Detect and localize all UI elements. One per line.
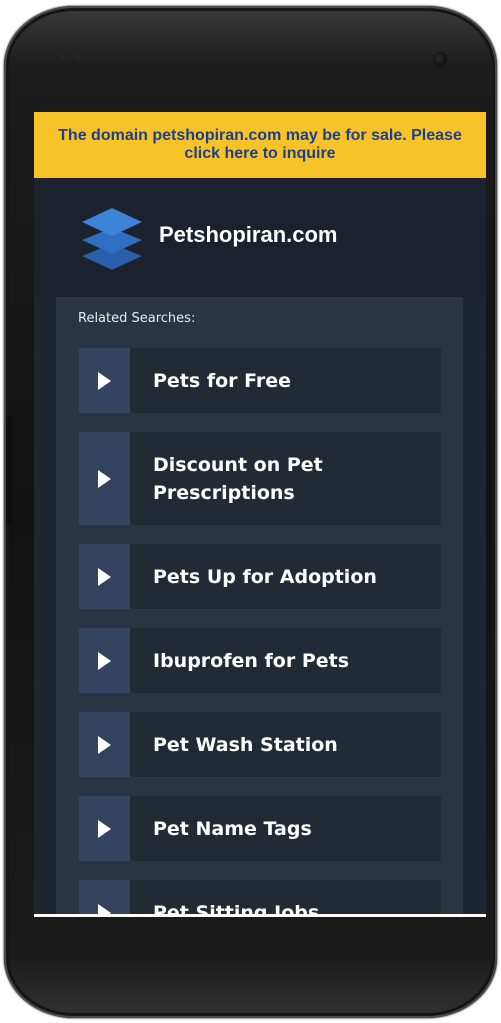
related-search-label[interactable]: Pet Name Tags xyxy=(130,796,441,861)
play-arrow-icon xyxy=(98,651,111,670)
arrow-box xyxy=(79,880,130,916)
sensor-dot xyxy=(74,54,80,60)
site-header: Petshopiran.com xyxy=(34,178,486,297)
sensor-dot xyxy=(60,54,66,60)
arrow-box xyxy=(79,628,130,693)
arrow-box xyxy=(79,712,130,777)
related-search-item[interactable]: Pets Up for Adoption xyxy=(79,544,441,609)
play-arrow-icon xyxy=(98,469,111,488)
related-search-item[interactable]: Ibuprofen for Pets xyxy=(79,628,441,693)
play-arrow-icon xyxy=(98,735,111,754)
related-searches-label: Related Searches: xyxy=(78,311,196,326)
arrow-box xyxy=(79,544,130,609)
banner-text[interactable]: The domain petshopiran.com may be for sa… xyxy=(44,127,476,163)
related-search-item[interactable]: Pet Name Tags xyxy=(79,796,441,861)
related-search-item[interactable]: Pets for Free xyxy=(79,348,441,413)
related-searches-panel: Related Searches: Pets for Free Discount… xyxy=(56,297,463,916)
related-search-item[interactable]: Pet Wash Station xyxy=(79,712,441,777)
play-arrow-icon xyxy=(98,371,111,390)
site-name[interactable]: Petshopiran.com xyxy=(159,222,337,248)
phone-screen: The domain petshopiran.com may be for sa… xyxy=(34,112,486,916)
arrow-box xyxy=(79,348,130,413)
arrow-box xyxy=(79,796,130,861)
side-button xyxy=(6,416,12,526)
related-search-label[interactable]: Ibuprofen for Pets xyxy=(130,628,441,693)
related-search-label[interactable]: Pet Wash Station xyxy=(130,712,441,777)
related-search-label[interactable]: Pets for Free xyxy=(130,348,441,413)
related-search-label[interactable]: Discount on Pet Prescriptions xyxy=(130,432,441,525)
front-camera xyxy=(433,52,447,66)
related-search-label[interactable]: Pet Sitting Jobs xyxy=(130,880,441,917)
related-search-label[interactable]: Pets Up for Adoption xyxy=(130,544,441,609)
domain-sale-banner[interactable]: The domain petshopiran.com may be for sa… xyxy=(34,112,486,178)
play-arrow-icon xyxy=(98,819,111,838)
related-search-item[interactable]: Pet Sitting Jobs xyxy=(79,880,441,916)
screen-bottom-edge xyxy=(34,914,486,917)
play-arrow-icon xyxy=(98,567,111,586)
related-search-item[interactable]: Discount on Pet Prescriptions xyxy=(79,432,441,525)
arrow-box xyxy=(79,432,130,525)
stacked-layers-icon xyxy=(82,208,142,270)
